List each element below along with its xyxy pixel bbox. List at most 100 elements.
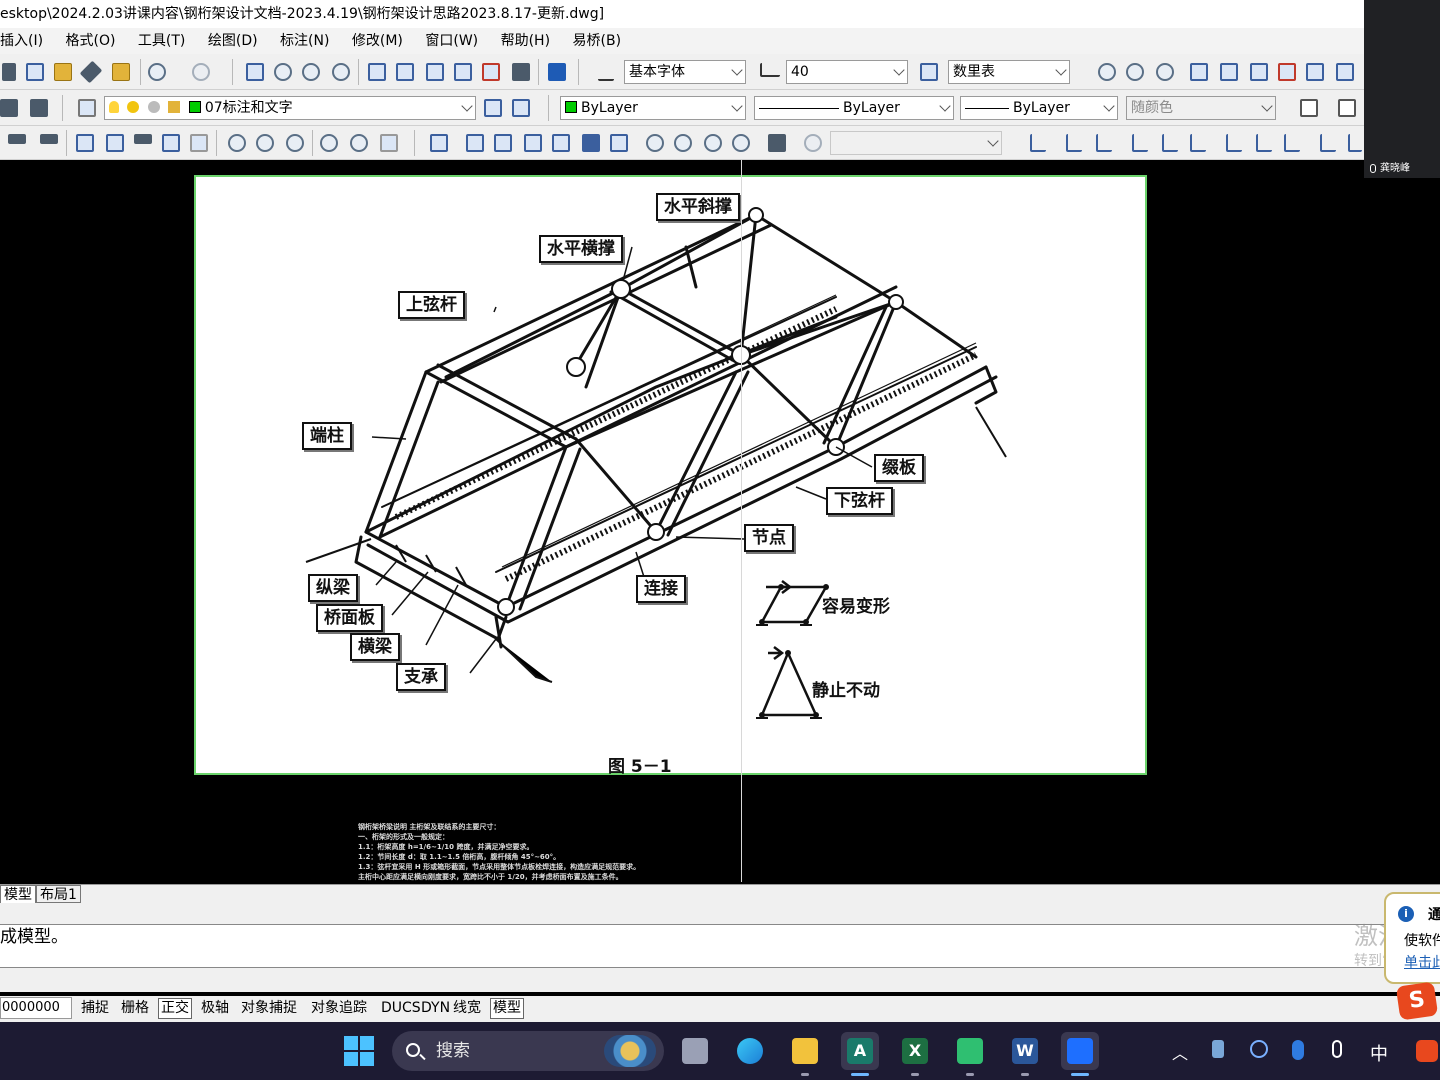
plot-style-select[interactable]: 随颜色	[1126, 96, 1276, 120]
drawing-canvas[interactable]: 水平斜撑 水平横撑 上弦杆 端柱 缀板 下弦杆 节点 连接 纵梁 桥面板 横梁 …	[0, 160, 1364, 884]
ucs-x-icon[interactable]	[1320, 134, 1336, 152]
copy-icon[interactable]	[26, 63, 44, 81]
excel-app[interactable]: X	[896, 1032, 934, 1076]
autocad-app[interactable]: A	[841, 1032, 879, 1076]
tab-model[interactable]: 模型	[0, 885, 36, 903]
ucs-origin-icon[interactable]	[1226, 134, 1242, 152]
menu-dimension[interactable]: 标注(N)	[280, 28, 329, 54]
zoom-window-icon[interactable]	[302, 63, 320, 81]
sheet-set-icon[interactable]	[454, 63, 472, 81]
model-toggle[interactable]: 模型	[490, 998, 524, 1019]
sogou-tray-icon[interactable]	[1416, 1040, 1438, 1062]
named-views-icon[interactable]	[430, 134, 448, 152]
design-center-icon[interactable]	[396, 63, 414, 81]
menu-window[interactable]: 窗口(W)	[425, 28, 478, 54]
dyn-toggle[interactable]: DYN	[418, 998, 453, 1019]
cut-icon[interactable]	[2, 63, 16, 81]
menu-tools[interactable]: 工具(T)	[138, 28, 185, 54]
green-app[interactable]	[951, 1032, 989, 1076]
menu-modify[interactable]: 修改(M)	[352, 28, 403, 54]
left-view-icon[interactable]	[524, 134, 542, 152]
presspull-icon[interactable]	[190, 134, 208, 152]
subtract-icon[interactable]	[1278, 63, 1296, 81]
undo-icon[interactable]	[148, 63, 166, 81]
layer-select[interactable]: 07标注和文字	[104, 96, 476, 120]
pan-icon[interactable]	[246, 63, 264, 81]
redo-icon[interactable]	[192, 63, 210, 81]
sogou-ime-icon[interactable]: S	[1395, 981, 1439, 1021]
intersect-solid-icon[interactable]	[286, 134, 304, 152]
linetype-select[interactable]: ByLayer	[754, 96, 954, 120]
menu-insert[interactable]: 插入(I)	[0, 28, 43, 54]
ducs-toggle[interactable]: DUCS	[378, 998, 424, 1019]
loft-icon[interactable]	[134, 134, 152, 144]
calculator-icon[interactable]	[512, 63, 530, 81]
ucs-face-icon[interactable]	[1132, 134, 1148, 152]
text-height-select[interactable]: 40	[786, 60, 908, 84]
nw-iso-icon[interactable]	[732, 134, 750, 152]
dimension-style-icon[interactable]	[760, 63, 780, 77]
layer-previous-2-icon[interactable]	[512, 99, 530, 117]
lineweight-toggle[interactable]: 线宽	[450, 998, 484, 1019]
ucs-3point-icon[interactable]	[1284, 134, 1300, 152]
zoom-realtime-icon[interactable]	[274, 63, 292, 81]
ucs-previous-icon[interactable]	[1096, 134, 1112, 152]
box-icon[interactable]	[1190, 63, 1208, 81]
front-view-icon[interactable]	[582, 134, 600, 152]
ime-indicator[interactable]: 中	[1370, 1040, 1388, 1066]
se-iso-icon[interactable]	[674, 134, 692, 152]
grid-toggle[interactable]: 栅格	[118, 998, 152, 1019]
microphone-tray-icon[interactable]	[1332, 1040, 1342, 1058]
back-view-icon[interactable]	[610, 134, 628, 152]
text-frame-icon[interactable]	[1300, 99, 1318, 117]
properties-icon[interactable]	[368, 63, 386, 81]
text-style-icon[interactable]	[598, 63, 614, 81]
block-editor-icon[interactable]	[112, 63, 130, 81]
lineweight-select[interactable]: ByLayer	[960, 96, 1118, 120]
make-current-icon[interactable]	[484, 99, 502, 117]
ucs-disabled-icon[interactable]	[804, 134, 822, 152]
start-icon[interactable]	[344, 1036, 374, 1066]
3d-box-icon[interactable]	[1338, 99, 1356, 117]
chevron-up-icon[interactable]: ︿	[1172, 1040, 1188, 1064]
bottom-view-icon[interactable]	[494, 134, 512, 152]
menu-format[interactable]: 格式(O)	[66, 28, 116, 54]
word-app[interactable]: W	[1006, 1032, 1044, 1076]
command-history[interactable]: 成模型。	[0, 924, 1440, 968]
3d-orbit-free-icon[interactable]	[1126, 63, 1144, 81]
task-view-app[interactable]	[676, 1032, 714, 1070]
taskbar-search[interactable]: 搜索	[392, 1031, 664, 1071]
ucs-view-icon[interactable]	[1190, 134, 1206, 152]
snap-toggle[interactable]: 捕捉	[78, 998, 112, 1019]
revolve-icon[interactable]	[162, 134, 180, 152]
3d-orbit-continuous-icon[interactable]	[1156, 63, 1174, 81]
security-icon[interactable]	[1250, 1040, 1268, 1058]
ne-iso-icon[interactable]	[704, 134, 722, 152]
ucs-y-icon[interactable]	[1348, 134, 1362, 152]
notification-link[interactable]: 单击此	[1404, 952, 1440, 972]
3d-move-icon[interactable]	[320, 134, 338, 152]
spline-icon[interactable]	[40, 134, 58, 144]
subtract-solid-icon[interactable]	[256, 134, 274, 152]
wedge-icon[interactable]	[1220, 63, 1238, 81]
3d-rotate-icon[interactable]	[350, 134, 368, 152]
meeting-app[interactable]	[1061, 1032, 1099, 1076]
ucs-world-icon[interactable]	[1066, 134, 1082, 152]
top-view-icon[interactable]	[466, 134, 484, 152]
edge-app[interactable]	[731, 1032, 769, 1070]
polar-toggle[interactable]: 极轴	[198, 998, 232, 1019]
camera-icon[interactable]	[768, 134, 786, 152]
extrude-icon[interactable]	[1250, 63, 1268, 81]
union-solid-icon[interactable]	[228, 134, 246, 152]
polyline-icon[interactable]	[8, 134, 26, 144]
layer-manager-icon[interactable]	[0, 99, 18, 117]
menu-help[interactable]: 帮助(H)	[501, 28, 550, 54]
layer-previous-icon[interactable]	[30, 99, 48, 117]
raster-image-frame[interactable]: 水平斜撑 水平横撑 上弦杆 端柱 缀板 下弦杆 节点 连接 纵梁 桥面板 横梁 …	[194, 175, 1147, 777]
zoom-previous-icon[interactable]	[332, 63, 350, 81]
ortho-toggle[interactable]: 正交	[158, 998, 192, 1019]
ucs-zaxis-icon[interactable]	[1256, 134, 1272, 152]
polysolid-icon[interactable]	[76, 134, 94, 152]
bluetooth-icon[interactable]	[1292, 1040, 1304, 1060]
osnap-toggle[interactable]: 对象捕捉	[238, 998, 300, 1019]
